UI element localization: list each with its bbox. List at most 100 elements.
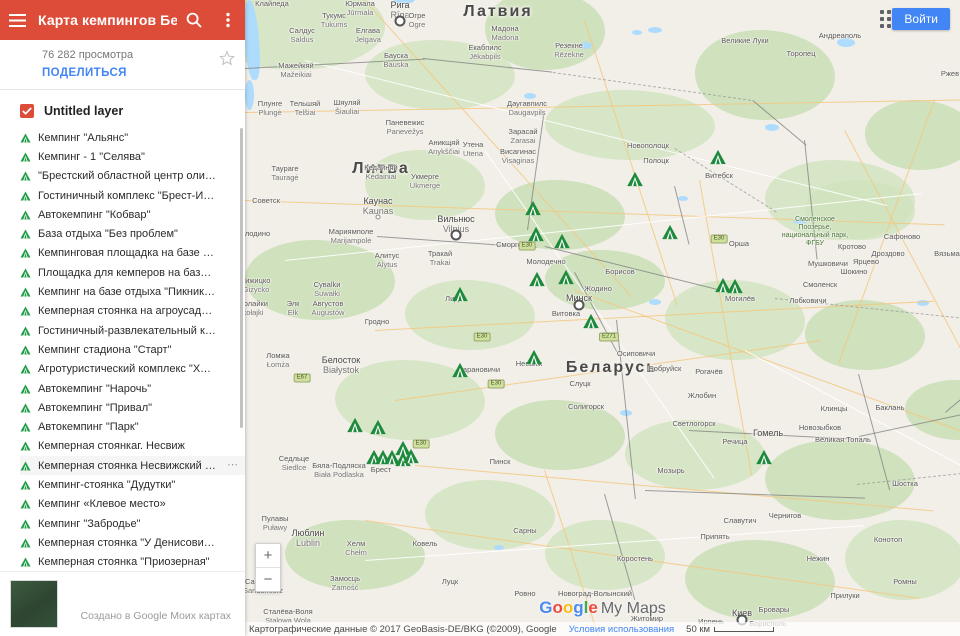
terms-of-use-link[interactable]: Условия использования xyxy=(569,624,674,635)
map-marker-campsite[interactable] xyxy=(558,269,575,288)
zoom-controls[interactable]: + − xyxy=(255,543,281,592)
road-shield: E67 xyxy=(293,373,311,383)
map-marker-campsite[interactable] xyxy=(403,448,420,467)
map-marker-campsite[interactable] xyxy=(756,449,773,468)
map-marker-campsite[interactable] xyxy=(554,233,571,252)
list-item[interactable]: Гостиничный-развлекательный компле... xyxy=(20,321,245,340)
terrain-patch xyxy=(365,150,485,220)
list-item[interactable]: Автокемпинг "Привал" xyxy=(20,398,245,417)
share-button[interactable]: ПОДЕЛИТЬСЯ xyxy=(42,67,127,79)
place-label: Шокино xyxy=(841,267,868,277)
list-item[interactable]: Кемпинг «Клевое место» xyxy=(20,495,245,514)
list-item[interactable]: Кемпинг стадиона "Старт" xyxy=(20,340,245,359)
list-item[interactable]: Гостиничный комплекс "Брест-Интурист" xyxy=(20,186,245,205)
list-item[interactable]: Кемперная стоянка "Приозерная" xyxy=(20,553,245,571)
map-thumbnail[interactable] xyxy=(10,580,58,628)
map-marker-campsite[interactable] xyxy=(526,349,543,368)
map-marker-campsite[interactable] xyxy=(528,226,545,245)
place-label: Гродно xyxy=(365,317,390,327)
map-canvas[interactable]: ЛатвияЛитваБеларусьРигаRīgaЮрмалаJūrmala… xyxy=(245,0,960,636)
place-label-name: Висагинас xyxy=(499,147,537,156)
zoom-out-button[interactable]: − xyxy=(256,568,280,591)
list-item[interactable]: Кемпинг на базе отдыха "Пикник парк" xyxy=(20,282,245,301)
map-marker-campsite[interactable] xyxy=(662,224,679,243)
list-item-label: Автокемпинг "Привал" xyxy=(38,401,153,414)
place-label-name: Бяла-Подляска xyxy=(312,461,366,470)
terrain-patch xyxy=(805,300,925,370)
place-label: Чернигов xyxy=(769,511,801,521)
list-item[interactable]: Кемпинг "Альянс" xyxy=(20,128,245,147)
place-label-name: Зарасай xyxy=(508,127,538,136)
list-item[interactable]: База отдыха "Без проблем" xyxy=(20,224,245,243)
map-marker-campsite[interactable] xyxy=(525,200,542,219)
sign-in-button[interactable]: Войти xyxy=(892,8,950,30)
sidebar-scrollbar-track[interactable] xyxy=(240,128,244,571)
terrain-patch xyxy=(425,480,555,550)
place-label: Мушковичи xyxy=(808,259,848,269)
list-item[interactable]: "Брестский областной центр олимпийск... xyxy=(20,167,245,186)
place-label-name: Утена xyxy=(462,140,484,149)
place-label: Седльце Siedlce xyxy=(279,454,309,472)
list-item[interactable]: Кемперная стоянка Несвижский р-н ⋯ xyxy=(20,456,245,476)
map-marker-campsite[interactable] xyxy=(583,313,600,332)
map-marker-campsite[interactable] xyxy=(452,362,469,381)
place-label: Осиповичи xyxy=(616,349,656,359)
place-label: Орша xyxy=(729,239,749,249)
list-item[interactable]: Кемперная стоянкаг. Несвиж xyxy=(20,437,245,456)
place-label-name: Паневежис xyxy=(385,118,425,127)
map-marker-campsite[interactable] xyxy=(727,278,744,297)
country-border xyxy=(615,320,636,500)
scale-bar-line xyxy=(714,626,775,632)
view-count: 76 282 просмотра xyxy=(42,49,134,61)
list-item[interactable]: Кемпинговая площадка на базе агроуса... xyxy=(20,244,245,263)
layer-visibility-checkbox[interactable] xyxy=(20,104,34,118)
terrain-patch xyxy=(685,540,835,620)
map-marker-campsite[interactable] xyxy=(529,271,546,290)
place-dot xyxy=(394,15,406,27)
place-label-latin: Puławy xyxy=(262,522,288,532)
place-label: Кротово xyxy=(838,242,866,252)
list-item[interactable]: Кемпинг-стоянка "Дудутки" xyxy=(20,475,245,494)
google-wordmark: Google xyxy=(539,598,598,617)
list-item-label: Автокемпинг "Кобвар" xyxy=(38,208,151,221)
tent-marker-icon xyxy=(20,461,31,471)
list-item[interactable]: Автокемпинг "Кобвар" xyxy=(20,205,245,224)
list-item-overflow-icon[interactable]: ⋯ xyxy=(227,459,239,471)
tent-marker-icon xyxy=(20,306,31,316)
list-item-label: Кемпинг - 1 "Селява" xyxy=(38,150,145,163)
star-outline-icon[interactable] xyxy=(219,50,235,66)
list-item-label: База отдыха "Без проблем" xyxy=(38,228,178,241)
more-vertical-icon[interactable] xyxy=(211,0,245,40)
hamburger-menu-icon[interactable] xyxy=(0,0,34,40)
list-item[interactable]: Агротуристический комплекс "Хуторок у... xyxy=(20,360,245,379)
terrain-patch xyxy=(245,240,395,320)
place-label-name: Славутич xyxy=(723,516,757,525)
tent-marker-icon xyxy=(20,403,31,413)
place-label-name: Смоленск xyxy=(802,280,838,289)
zoom-in-button[interactable]: + xyxy=(256,544,280,568)
list-item-label: Кемпинг "Альянс" xyxy=(38,131,129,144)
map-marker-campsite[interactable] xyxy=(627,171,644,190)
tent-marker-icon xyxy=(20,538,31,548)
sidebar-scrollbar-thumb[interactable] xyxy=(240,128,243,428)
list-item[interactable]: Кемперная стоянка на агроусадьбе "Ник... xyxy=(20,302,245,321)
place-label-name: Ровно xyxy=(514,589,536,598)
map-marker-campsite[interactable] xyxy=(452,286,469,305)
place-label-name: Таураге xyxy=(271,164,299,173)
place-label-name: Осиповичи xyxy=(616,349,656,358)
list-item[interactable]: Площадка для кемперов на базе агроус... xyxy=(20,263,245,282)
map-marker-campsite[interactable] xyxy=(370,419,387,438)
list-item[interactable]: Кемперная стоянка "У Денисовича" xyxy=(20,533,245,552)
map-marker-campsite[interactable] xyxy=(347,417,364,436)
list-item[interactable]: Автокемпинг "Нарочь" xyxy=(20,379,245,398)
road-shield: E30 xyxy=(473,332,491,342)
list-item[interactable]: Кемпинг - 1 "Селява" xyxy=(20,147,245,166)
water-body xyxy=(648,27,662,33)
list-item[interactable]: Автокемпинг "Парк" xyxy=(20,417,245,436)
map-marker-campsite[interactable] xyxy=(710,149,727,168)
list-item[interactable]: Кемпинг "Забродье" xyxy=(20,514,245,533)
place-list[interactable]: Кемпинг "Альянс" Кемпинг - 1 "Селява" "Бре… xyxy=(0,128,245,571)
terrain-patch xyxy=(365,40,515,110)
search-icon[interactable] xyxy=(177,0,211,40)
place-label-name: Володино xyxy=(245,229,271,238)
